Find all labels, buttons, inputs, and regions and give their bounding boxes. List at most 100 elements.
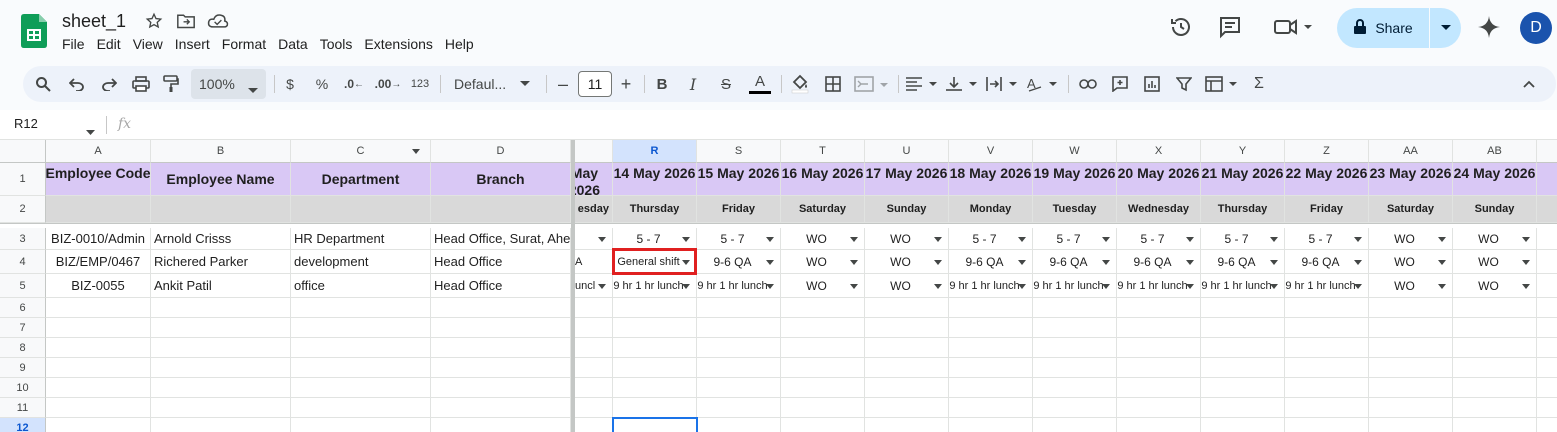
empty-cell[interactable] [291,418,431,432]
dropdown-chevron-down-icon[interactable] [766,259,774,265]
shift-dropdown-cell[interactable]: WO [1453,274,1537,298]
employee-name-cell[interactable]: Arnold Crisss [151,228,291,250]
empty-cell[interactable] [1369,358,1453,378]
empty-cell[interactable] [949,358,1033,378]
hide-menus-chevron-up-icon[interactable] [1517,66,1541,102]
empty-cell[interactable] [1201,298,1285,318]
day-header-z[interactable]: Friday [1285,196,1369,223]
insert-comment-icon[interactable] [1107,66,1133,102]
shift-dropdown-cell[interactable]: WO [1453,250,1537,274]
menu-help[interactable]: Help [439,35,480,55]
filter-views-icon[interactable] [1203,66,1241,102]
empty-cell[interactable] [431,298,571,318]
employee-code-cell[interactable]: BIZ/EMP/0467 [46,250,151,274]
empty-cell[interactable] [46,418,151,432]
frozen-column-divider[interactable] [571,140,575,432]
active-cell-selection[interactable] [612,417,698,432]
department-cell[interactable]: office [291,274,431,298]
dropdown-chevron-down-icon[interactable] [1354,259,1362,265]
branch-cell[interactable]: Head Office [431,274,571,298]
partial-right-day-header[interactable] [1537,196,1557,223]
column-header-c[interactable]: C [291,140,431,163]
row-header-8[interactable]: 8 [0,338,46,358]
empty-cell[interactable] [1117,318,1201,338]
empty-cell[interactable] [1537,378,1557,398]
dropdown-chevron-down-icon[interactable] [1354,283,1362,289]
font-family-select[interactable]: Defaul... [448,66,534,102]
dropdown-chevron-down-icon[interactable] [1102,283,1110,289]
empty-cell[interactable] [431,418,571,432]
shift-dropdown-cell[interactable]: WO [865,250,949,274]
column-c-filter-chevron-down-icon[interactable] [412,149,420,154]
shift-dropdown-cell[interactable]: WO [781,228,865,250]
empty-cell[interactable] [781,318,865,338]
empty-cell[interactable] [613,298,697,318]
shift-dropdown-cell[interactable]: 9-6 QA [1117,250,1201,274]
empty-cell[interactable] [151,338,291,358]
dropdown-chevron-down-icon[interactable] [1018,283,1026,289]
column-header-z[interactable]: Z [1285,140,1369,163]
print-icon[interactable] [127,66,155,102]
empty-cell[interactable] [949,318,1033,338]
increase-decimal-button[interactable]: .00 → [373,66,403,102]
dropdown-chevron-down-icon[interactable] [1438,283,1446,289]
shift-dropdown-cell[interactable]: 5 - 7 [949,228,1033,250]
shift-dropdown-cell[interactable]: WO [1453,228,1537,250]
empty-cell[interactable] [1537,358,1557,378]
menu-edit[interactable]: Edit [91,35,127,55]
employee-code-cell[interactable]: BIZ-0010/Admin [46,228,151,250]
empty-cell[interactable] [1369,398,1453,418]
empty-cell[interactable] [781,378,865,398]
empty-cell[interactable] [1033,378,1117,398]
empty-cell[interactable] [1285,418,1369,432]
empty-cell[interactable] [46,298,151,318]
select-all-corner[interactable] [0,140,46,163]
empty-cell[interactable] [151,298,291,318]
shift-dropdown-cell[interactable]: 9 hr 1 hr lunch [697,274,781,298]
column-header-partial[interactable] [575,140,613,163]
shift-dropdown-cell[interactable]: 9-6 QA [1201,250,1285,274]
empty-cell[interactable] [1117,338,1201,358]
dropdown-chevron-down-icon[interactable] [1270,236,1278,242]
partial-right-shift-cell[interactable] [1537,274,1557,298]
dropdown-chevron-down-icon[interactable] [1438,259,1446,265]
row-header-4[interactable]: 4 [0,250,46,274]
empty-cell[interactable] [431,338,571,358]
insert-link-icon[interactable] [1075,66,1101,102]
empty-cell[interactable] [865,378,949,398]
empty-cell[interactable] [1453,358,1537,378]
empty-cell[interactable] [1369,378,1453,398]
shift-dropdown-cell[interactable]: 9 hr 1 hr lunch [949,274,1033,298]
empty-cell[interactable] [865,318,949,338]
dropdown-chevron-down-icon[interactable] [766,283,774,289]
empty-cell[interactable] [1453,338,1537,358]
empty-cell[interactable] [1201,338,1285,358]
dropdown-chevron-down-icon[interactable] [682,236,690,242]
shift-dropdown-cell[interactable]: 5 - 7 [613,228,697,250]
empty-cell[interactable] [781,358,865,378]
dropdown-chevron-down-icon[interactable] [1354,236,1362,242]
empty-cell[interactable] [613,378,697,398]
empty-cell[interactable] [949,418,1033,432]
version-history-icon[interactable] [1169,15,1195,41]
move-folder-icon[interactable] [176,12,196,32]
empty-cell[interactable] [46,398,151,418]
partial-right-shift-cell[interactable] [1537,228,1557,250]
day-header-t[interactable]: Saturday [781,196,865,223]
row-header-5[interactable]: 5 [0,274,46,298]
cloud-status-icon[interactable] [207,12,229,32]
shift-dropdown-cell[interactable]: 5 - 7 [1201,228,1285,250]
row-header-2[interactable]: 2 [0,196,46,223]
empty-cell[interactable] [1033,418,1117,432]
empty-cell[interactable] [1537,338,1557,358]
header-cell-department[interactable]: Department [291,163,431,196]
dropdown-chevron-down-icon[interactable] [1186,236,1194,242]
dropdown-chevron-down-icon[interactable] [1102,259,1110,265]
date-header-z[interactable]: 22 May 2026 [1285,163,1369,196]
empty-cell[interactable] [697,318,781,338]
empty-cell[interactable] [781,338,865,358]
empty-cell[interactable] [697,358,781,378]
empty-cell[interactable] [1369,298,1453,318]
shift-dropdown-cell[interactable]: WO [1369,274,1453,298]
horizontal-align-icon[interactable] [903,66,941,102]
